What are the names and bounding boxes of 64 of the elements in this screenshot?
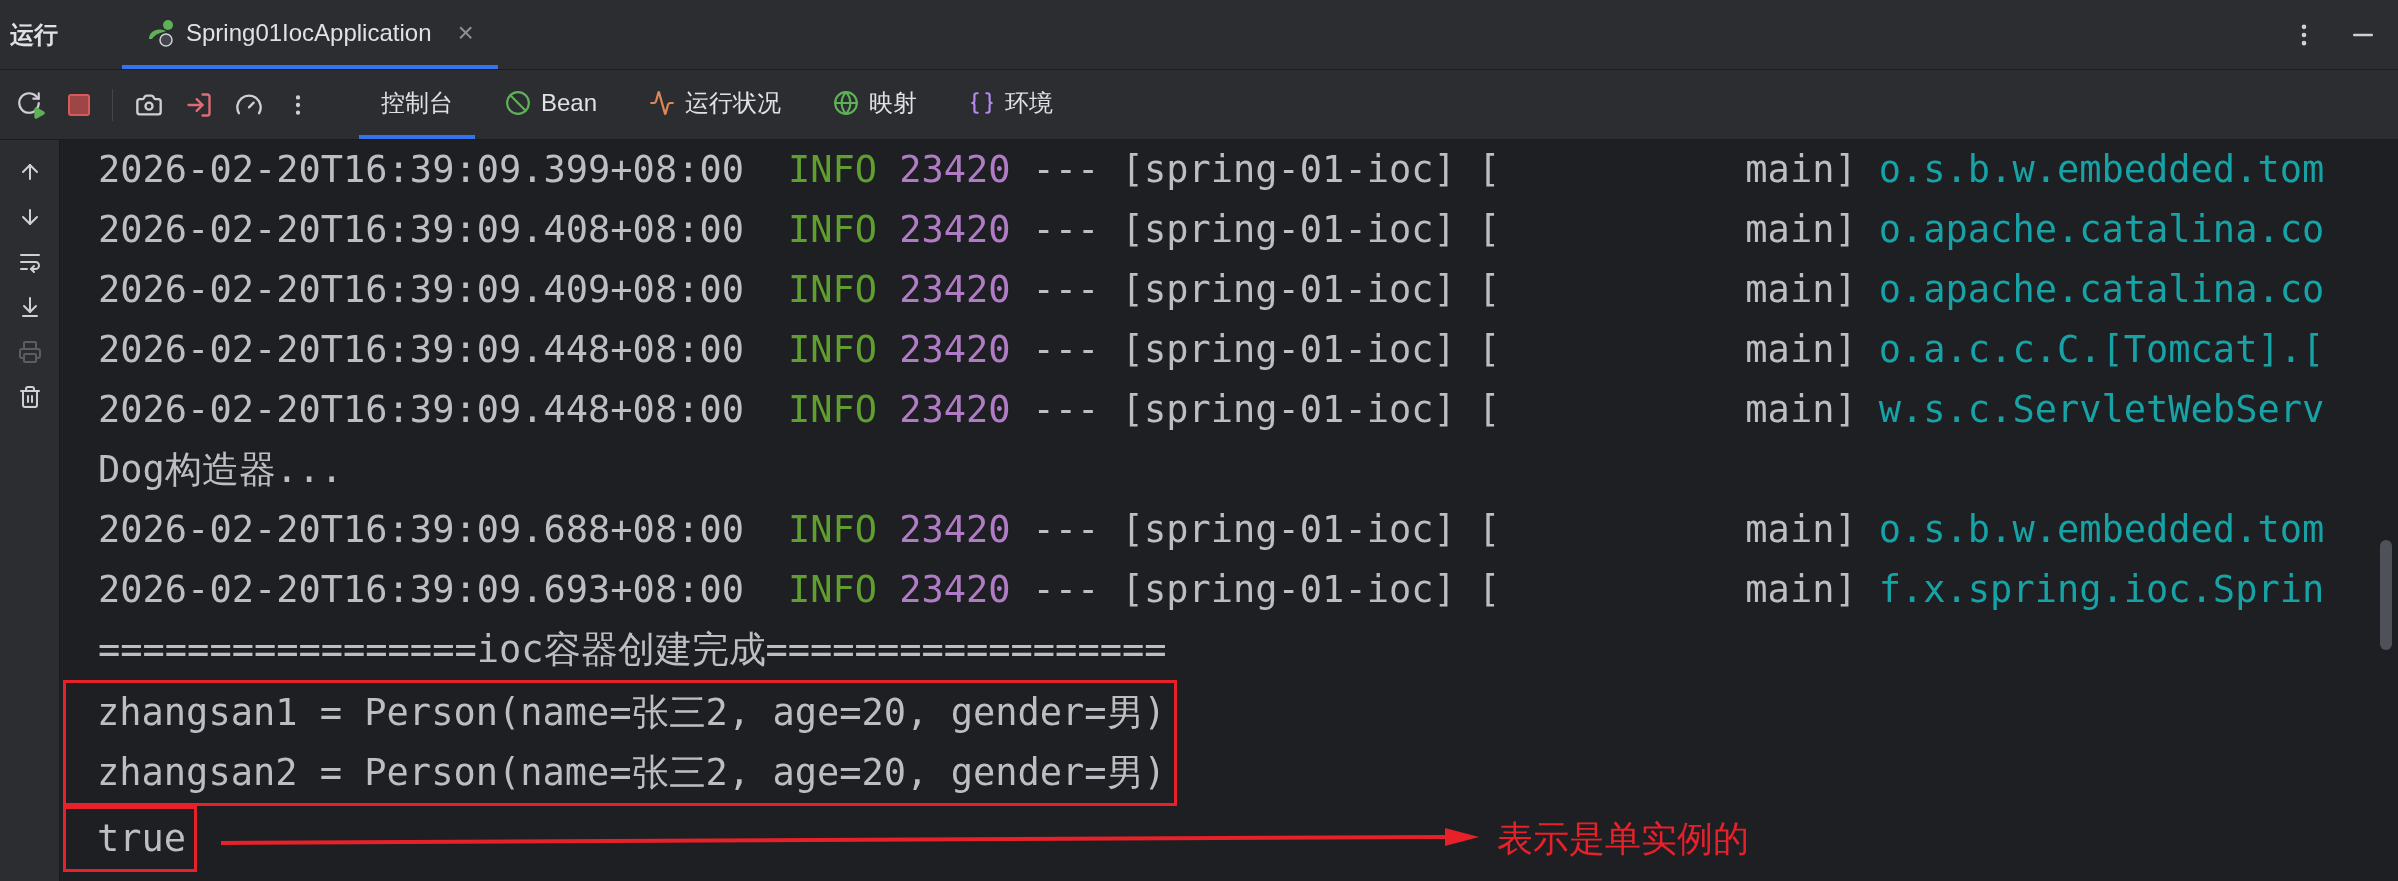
tool-tab[interactable]: Bean	[483, 70, 620, 139]
trash-icon[interactable]	[17, 385, 42, 409]
log-level: INFO	[788, 267, 878, 314]
tab-label: 运行状况	[685, 87, 782, 118]
panel-title: 运行	[10, 19, 58, 50]
log-thread: --- [spring-01-ioc] [ main]	[1032, 567, 1857, 614]
bean-icon	[505, 89, 531, 116]
log-timestamp: 2026-02-20T16:39:09.688+08:00	[98, 507, 744, 554]
rerun-icon[interactable]	[16, 89, 46, 120]
tab-label: Spring01IocApplication	[186, 17, 432, 48]
log-thread: --- [spring-01-ioc] [ main]	[1032, 267, 1857, 314]
logger-name[interactable]: f.x.spring.ioc.Sprin	[1878, 562, 2325, 618]
pulse-icon	[649, 89, 676, 116]
log-thread: --- [spring-01-ioc] [ main]	[1032, 387, 1857, 434]
scrollbar[interactable]	[2380, 540, 2392, 650]
process-id: 23420	[899, 147, 1011, 194]
process-id: 23420	[899, 507, 1011, 554]
tab-label: Bean	[541, 87, 598, 118]
callout-note: 表示是单实例的	[1497, 817, 1750, 861]
logger-name[interactable]: w.s.c.ServletWebServ	[1878, 382, 2325, 438]
log-thread: --- [spring-01-ioc] [ main]	[1032, 507, 1857, 554]
process-id: 23420	[899, 567, 1011, 614]
process-id: 23420	[899, 267, 1011, 314]
logger-name[interactable]: o.apache.catalina.co	[1878, 202, 2325, 258]
console-text: true	[97, 816, 187, 863]
log-thread: --- [spring-01-ioc] [ main]	[1032, 327, 1857, 374]
stop-icon[interactable]	[68, 93, 90, 116]
log-level: INFO	[788, 387, 878, 434]
tab-label: 环境	[1005, 87, 1054, 118]
process-id: 23420	[899, 387, 1011, 434]
tool-tab[interactable]: 运行状况	[627, 70, 804, 139]
tool-tab[interactable]: 映射	[811, 70, 940, 139]
tab-label: 映射	[869, 87, 918, 118]
log-timestamp: 2026-02-20T16:39:09.693+08:00	[98, 567, 744, 614]
log-level: INFO	[788, 147, 878, 194]
log-level: INFO	[788, 567, 878, 614]
log-thread: --- [spring-01-ioc] [ main]	[1032, 147, 1857, 194]
console-text: Dog构造器...	[98, 447, 343, 494]
logger-name[interactable]: o.s.b.w.embedded.tom	[1878, 502, 2325, 558]
console-text: zhangsan2 = Person(name=张三2, age=20, gender=男)	[97, 750, 1166, 797]
tool-tab[interactable]: 环境	[947, 70, 1076, 139]
log-level: INFO	[788, 207, 878, 254]
braces-icon	[969, 89, 996, 116]
process-id: 23420	[899, 207, 1011, 254]
log-thread: --- [spring-01-ioc] [ main]	[1032, 207, 1857, 254]
spring-app-icon	[146, 18, 176, 47]
log-timestamp: 2026-02-20T16:39:09.409+08:00	[98, 267, 744, 314]
log-timestamp: 2026-02-20T16:39:09.408+08:00	[98, 207, 744, 254]
log-timestamp: 2026-02-20T16:39:09.399+08:00	[98, 147, 744, 194]
console-text: zhangsan1 = Person(name=张三2, age=20, gender=男)	[97, 690, 1166, 737]
exit-icon[interactable]	[185, 90, 213, 119]
process-id: 23420	[899, 327, 1011, 374]
tab-label: 控制台	[381, 87, 453, 118]
globe-icon	[833, 89, 860, 116]
logger-name[interactable]: o.a.c.c.C.[Tomcat].[	[1878, 322, 2325, 378]
log-level: INFO	[788, 327, 878, 374]
log-timestamp: 2026-02-20T16:39:09.448+08:00	[98, 327, 744, 374]
log-timestamp: 2026-02-20T16:39:09.448+08:00	[98, 387, 744, 434]
tool-tab[interactable]: 控制台	[359, 70, 475, 139]
console-text: =================ioc容器创建完成==================	[98, 627, 1167, 674]
close-tab-button[interactable]: ×	[457, 11, 474, 54]
logger-name[interactable]: o.s.b.w.embedded.tom	[1878, 142, 2325, 198]
log-level: INFO	[788, 507, 878, 554]
logger-name[interactable]: o.apache.catalina.co	[1878, 262, 2325, 318]
